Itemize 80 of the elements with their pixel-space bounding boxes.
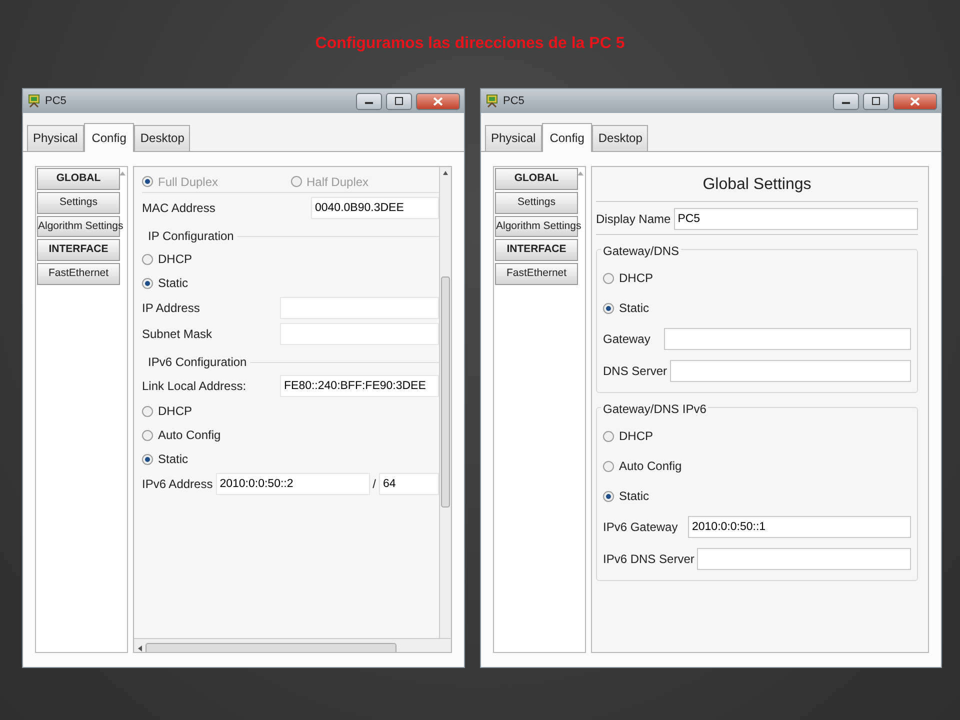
field-label: Link Local Address:: [142, 378, 248, 395]
radio-label: Static: [158, 275, 188, 292]
prefix-field[interactable]: 64: [379, 473, 439, 495]
section-title: IPv6 Configuration: [148, 354, 247, 371]
radio-button[interactable]: [142, 406, 153, 416]
tab[interactable]: Config: [542, 123, 592, 152]
radio-button[interactable]: [142, 430, 153, 440]
computer-icon: [485, 94, 499, 108]
radio-label: Static: [619, 300, 650, 317]
tab[interactable]: Desktop: [592, 125, 648, 151]
radio-label: Half Duplex: [306, 174, 369, 190]
text-field[interactable]: [280, 297, 439, 319]
radio-button[interactable]: [142, 254, 153, 264]
maximize-button[interactable]: [863, 92, 889, 110]
radio-button[interactable]: [603, 272, 614, 284]
text-field[interactable]: 2010:0:0:50::1: [688, 516, 911, 538]
scroll-up-icon: [119, 171, 126, 176]
computer-icon: [27, 94, 41, 108]
radio-label: DHCP: [158, 251, 192, 268]
field-label: DNS Server: [603, 363, 668, 380]
minimize-button[interactable]: [833, 92, 859, 110]
sidebar-item[interactable]: GLOBAL: [37, 168, 120, 190]
tab[interactable]: Desktop: [134, 125, 190, 151]
text-field[interactable]: [664, 328, 911, 350]
radio-label: Static: [158, 451, 188, 468]
radio-label: Auto Config: [158, 427, 221, 444]
text-field[interactable]: [670, 360, 911, 382]
text-field[interactable]: [697, 548, 911, 570]
window-title: PC5: [503, 94, 526, 109]
horizontal-scrollbar[interactable]: [134, 638, 451, 652]
sidebar-item[interactable]: INTERFACE: [37, 239, 120, 261]
sidebar-item[interactable]: FastEthernet: [495, 263, 578, 285]
tab[interactable]: Physical: [485, 125, 542, 151]
maximize-button[interactable]: [386, 92, 412, 110]
field-label: IPv6 Address: [142, 476, 213, 493]
window-title: PC5: [45, 94, 68, 109]
radio-label: Auto Config: [619, 458, 682, 475]
radio-button[interactable]: [603, 430, 614, 442]
section-heading: Global Settings: [596, 173, 918, 202]
close-button[interactable]: [416, 92, 460, 110]
text-field[interactable]: 0040.0B90.3DEE: [311, 197, 439, 219]
field-label: Gateway: [603, 331, 652, 348]
field-label: Subnet Mask: [142, 326, 214, 343]
radio-button[interactable]: [142, 278, 153, 288]
sidebar-item[interactable]: Settings: [37, 192, 120, 214]
separator-label: /: [372, 476, 377, 493]
sidebar-item[interactable]: INTERFACE: [495, 239, 578, 261]
close-icon: [433, 96, 443, 106]
text-field[interactable]: 2010:0:0:50::2: [216, 473, 370, 495]
radio-label: Static: [619, 488, 650, 505]
radio-button[interactable]: [603, 490, 614, 502]
field-label: IP Address: [142, 300, 201, 317]
maximize-icon: [871, 97, 881, 105]
close-button[interactable]: [893, 92, 937, 110]
section-title: IP Configuration: [148, 228, 234, 245]
text-field[interactable]: PC5: [674, 208, 918, 230]
sidebar-item[interactable]: Settings: [495, 192, 578, 214]
tab[interactable]: Physical: [27, 125, 84, 151]
scroll-up-icon: [577, 171, 584, 176]
close-icon: [910, 96, 920, 106]
radio-button[interactable]: [603, 460, 614, 472]
radio-label: DHCP: [619, 270, 654, 287]
field-label: IPv6 Gateway: [603, 519, 679, 536]
field-label: MAC Address: [142, 200, 216, 217]
radio-button[interactable]: [142, 454, 153, 464]
text-field[interactable]: [280, 323, 439, 345]
radio-label: DHCP: [619, 428, 654, 445]
field-label: IPv6 DNS Server: [603, 551, 694, 568]
maximize-icon: [394, 97, 404, 105]
vertical-scrollbar[interactable]: [439, 167, 451, 638]
tab[interactable]: Config: [84, 123, 134, 152]
radio-label: DHCP: [158, 403, 192, 420]
radio-button[interactable]: [603, 302, 614, 314]
text-field[interactable]: FE80::240:BFF:FE90:3DEE: [280, 375, 439, 397]
field-label: Display Name: [596, 211, 671, 228]
radio-label: Full Duplex: [158, 174, 218, 190]
sidebar-item[interactable]: FastEthernet: [37, 263, 120, 285]
minimize-button[interactable]: [356, 92, 382, 110]
sidebar-item[interactable]: GLOBAL: [495, 168, 578, 190]
slide-title: Configuramos las direcciones de la PC 5: [314, 34, 626, 54]
